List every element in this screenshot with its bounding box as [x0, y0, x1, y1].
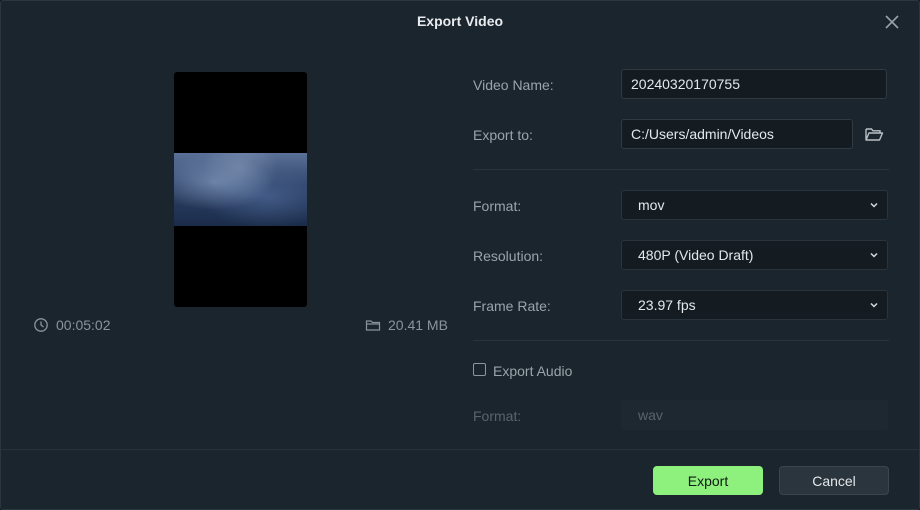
- divider: [473, 340, 889, 341]
- format-label: Format:: [473, 198, 522, 214]
- resolution-select[interactable]: 480P (Video Draft): [621, 240, 888, 270]
- clock-icon: [34, 318, 48, 332]
- folder-icon: [365, 320, 381, 331]
- frame-rate-select[interactable]: 23.97 fps: [621, 290, 888, 320]
- resolution-value: 480P (Video Draft): [638, 247, 754, 263]
- close-icon[interactable]: [883, 13, 901, 31]
- duration-info: 00:05:02: [33, 317, 111, 333]
- file-size-value: 20.41 MB: [388, 317, 448, 333]
- frame-rate-value: 23.97 fps: [638, 297, 696, 313]
- audio-format-value: wav: [638, 407, 663, 423]
- export-to-label: Export to:: [473, 127, 533, 143]
- export-button[interactable]: Export: [653, 466, 763, 495]
- format-select[interactable]: mov: [621, 190, 888, 220]
- video-frame-thumbnail: [174, 153, 307, 226]
- audio-format-label: Format:: [473, 408, 522, 424]
- format-value: mov: [638, 197, 665, 213]
- resolution-label: Resolution:: [473, 248, 544, 264]
- folder-open-icon[interactable]: [864, 125, 884, 143]
- duration-value: 00:05:02: [56, 317, 111, 333]
- video-name-label: Video Name:: [473, 77, 554, 93]
- export-path-input[interactable]: C:/Users/admin/Videos: [621, 119, 853, 149]
- export-audio-label[interactable]: Export Audio: [493, 363, 572, 379]
- divider: [473, 169, 889, 170]
- chevron-down-icon: [870, 252, 878, 258]
- video-name-input[interactable]: 20240320170755: [621, 69, 887, 99]
- footer-divider: [1, 449, 919, 450]
- video-preview: [174, 72, 307, 307]
- dialog-title: Export Video: [416, 13, 504, 29]
- frame-rate-label: Frame Rate:: [473, 298, 551, 314]
- audio-format-select: wav: [621, 400, 888, 430]
- chevron-down-icon: [870, 302, 878, 308]
- export-video-dialog: Export Video 00:05:02 20.41 MB Video Nam…: [0, 0, 920, 510]
- file-size-info: 20.41 MB: [365, 317, 448, 333]
- chevron-down-icon: [870, 202, 878, 208]
- export-audio-checkbox[interactable]: [473, 363, 486, 376]
- cancel-button[interactable]: Cancel: [779, 466, 889, 495]
